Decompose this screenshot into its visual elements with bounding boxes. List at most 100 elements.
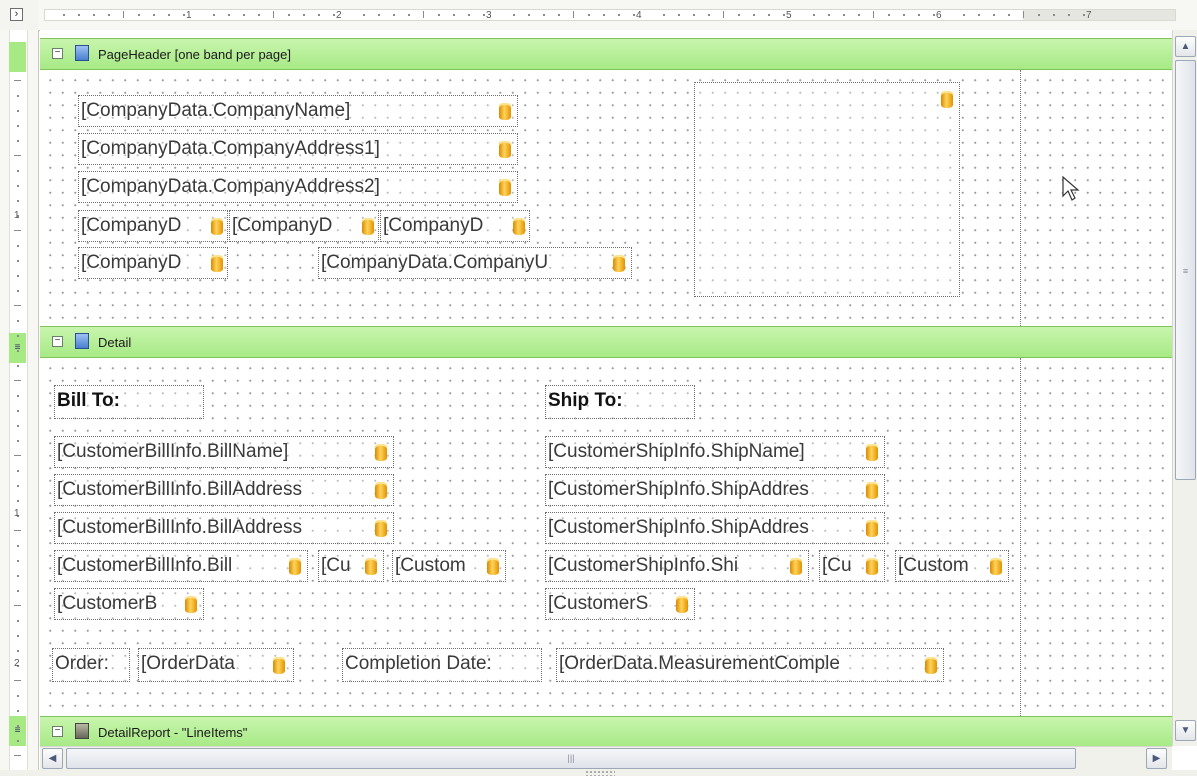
ruler-dot (93, 14, 95, 16)
ruler-number: 5 (786, 10, 792, 21)
ruler-dot (17, 575, 19, 577)
ruler-corner: › (0, 0, 39, 31)
company-url-field[interactable]: [CompanyData.CompanyU (318, 247, 632, 279)
order-number-field[interactable]: [OrderData (138, 648, 294, 682)
field-text: [CompanyData.CompanyAddress1] (81, 138, 380, 159)
right-margin-line (1020, 70, 1021, 326)
field-text: [Custom (898, 555, 969, 576)
scroll-right-icon[interactable]: ▶ (1146, 748, 1167, 769)
bill-phone-field[interactable]: [CustomerB (54, 588, 204, 620)
bill-zip-field[interactable]: [Custom (392, 550, 506, 582)
completion-date-label[interactable]: Completion Date: (342, 648, 542, 682)
database-field-icon (866, 558, 878, 575)
database-field-icon (375, 444, 387, 461)
ruler-dot (678, 14, 680, 16)
ship-name-field[interactable]: [CustomerShipInfo.ShipName] (545, 436, 885, 468)
ruler-out-of-page-area (1023, 10, 1175, 20)
ruler-dot (17, 245, 19, 247)
company-name-field[interactable]: [CompanyData.CompanyName] (78, 95, 518, 127)
vertical-scrollbar[interactable]: ▲ ≡ ▼ (1172, 30, 1197, 746)
company-phone-field[interactable]: [CompanyD (78, 247, 228, 279)
ruler-tick (14, 680, 21, 681)
ruler-tick (873, 11, 874, 18)
ruler-dot (438, 14, 440, 16)
database-field-icon (289, 558, 301, 575)
company-state-field[interactable]: [CompanyD (229, 210, 379, 242)
ship-address2-field[interactable]: [CustomerShipInfo.ShipAddres (545, 512, 885, 544)
ruler-dot (618, 14, 620, 16)
ship-address1-field[interactable]: [CustomerShipInfo.ShipAddres (545, 474, 885, 506)
field-text: Ship To: (548, 390, 623, 411)
collapse-icon[interactable]: − (52, 726, 63, 737)
ruler-dot (17, 140, 19, 142)
ruler-dot (768, 14, 770, 16)
bill-name-field[interactable]: [CustomerBillInfo.BillName] (54, 436, 394, 468)
bill-state-field[interactable]: [Cu (318, 550, 384, 582)
horizontal-scrollbar[interactable]: ◀ ||| ▶ (40, 746, 1172, 771)
vertical-scroll-thumb[interactable]: ≡ (1175, 60, 1196, 480)
ruler-dot (17, 290, 19, 292)
field-text: [CompanyD (81, 215, 182, 236)
mouse-cursor-icon (1062, 176, 1080, 201)
ruler-dot (858, 14, 860, 16)
band-area-pageheader[interactable]: [CompanyData.CompanyName] [CompanyData.C… (40, 70, 1172, 326)
bill-address1-field[interactable]: [CustomerBillInfo.BillAddress (54, 474, 394, 506)
ruler-tick (14, 605, 21, 606)
ruler-dot (333, 14, 335, 16)
scroll-down-icon[interactable]: ▼ (1175, 720, 1196, 741)
completion-date-field[interactable]: [OrderData.MeasurementComple (556, 648, 944, 682)
company-city-field[interactable]: [CompanyD (78, 210, 228, 242)
ruler-dot (183, 14, 185, 16)
ship-state-field[interactable]: [Cu (819, 550, 885, 582)
bill-to-label[interactable]: Bill To: (54, 385, 204, 419)
field-text: [CustomerBillInfo.BillAddress (57, 517, 302, 538)
ruler-number: 7 (1086, 10, 1092, 21)
ruler-dot (318, 14, 320, 16)
expand-icon[interactable]: › (10, 8, 23, 21)
bill-city-field[interactable]: [CustomerBillInfo.Bill (54, 550, 308, 582)
ruler-tick (14, 230, 21, 231)
ruler-dot (303, 14, 305, 16)
field-text: [CustomerBillInfo.BillAddress (57, 479, 302, 500)
collapse-icon[interactable]: − (52, 48, 63, 59)
database-field-icon (375, 520, 387, 537)
bill-address2-field[interactable]: [CustomerBillInfo.BillAddress (54, 512, 394, 544)
ruler-dot (17, 590, 19, 592)
field-text: [CompanyData.CompanyU (321, 252, 549, 273)
database-field-icon (499, 103, 511, 120)
ruler-dot (17, 440, 19, 442)
ruler-dot (17, 620, 19, 622)
collapse-icon[interactable]: − (52, 336, 63, 347)
database-field-icon (990, 558, 1002, 575)
database-field-icon (185, 596, 197, 613)
ruler-dot (17, 95, 19, 97)
ship-zip-field[interactable]: [Custom (895, 550, 1009, 582)
database-field-icon (499, 179, 511, 196)
ruler-dot (17, 740, 19, 742)
company-zip-field[interactable]: [CompanyD (380, 210, 530, 242)
horizontal-scroll-thumb[interactable]: ||| (66, 748, 1076, 769)
ruler-dot (1053, 14, 1055, 16)
report-design-surface[interactable]: − PageHeader [one band per page] [Compan… (40, 30, 1172, 746)
band-area-detail[interactable]: Bill To: Ship To: [CustomerBillInfo.Bill… (40, 358, 1172, 716)
band-header-pageheader[interactable]: − PageHeader [one band per page] (40, 38, 1172, 70)
company-address1-field[interactable]: [CompanyData.CompanyAddress1] (78, 133, 518, 165)
ship-city-field[interactable]: [CustomerShipInfo.Shi (545, 550, 809, 582)
ship-phone-field[interactable]: [CustomerS (545, 588, 695, 620)
database-field-icon (211, 218, 223, 235)
field-text: [CompanyD (232, 215, 333, 236)
logo-picture-box[interactable] (694, 82, 960, 297)
ruler-dot (78, 14, 80, 16)
scroll-up-icon[interactable]: ▲ (1175, 36, 1196, 57)
ruler-dot (108, 14, 110, 16)
database-field-icon (941, 91, 953, 108)
ruler-dot (933, 14, 935, 16)
ruler-number: 1 (186, 10, 192, 21)
band-header-detailreport[interactable]: − DetailReport - "LineItems" (40, 716, 1172, 746)
resize-grip[interactable] (585, 770, 615, 776)
ship-to-label[interactable]: Ship To: (545, 385, 695, 419)
company-address2-field[interactable]: [CompanyData.CompanyAddress2] (78, 171, 518, 203)
band-header-detail[interactable]: − Detail (40, 326, 1172, 358)
scroll-left-icon[interactable]: ◀ (42, 748, 63, 769)
order-label[interactable]: Order: (52, 648, 130, 682)
